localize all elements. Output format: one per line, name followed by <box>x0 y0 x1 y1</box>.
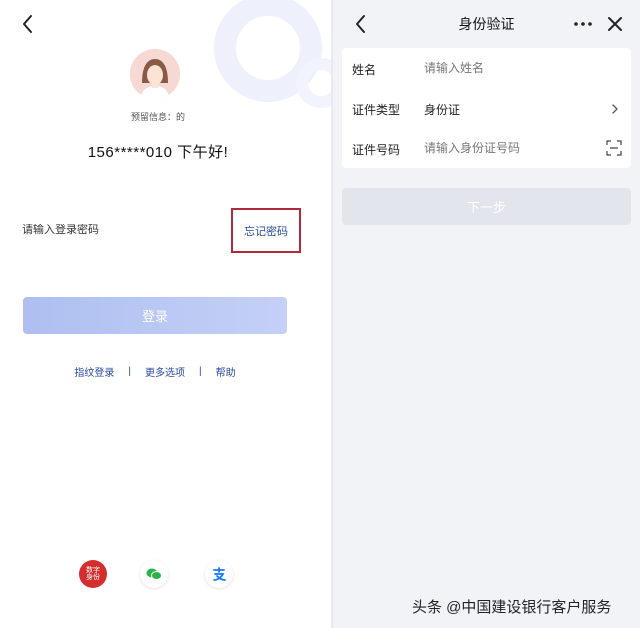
id-number-label: 证件号码 <box>352 143 401 157</box>
digital-id-label: 数字身份 <box>86 567 100 581</box>
login-screen: 预留信息：的 156*****010 下午好! 忘记密码 登录 指纹登录 | 更… <box>0 0 331 628</box>
login-button[interactable]: 登录 <box>23 297 287 334</box>
fingerprint-login-link[interactable]: 指纹登录 <box>74 364 114 379</box>
id-type-label: 证件类型 <box>352 103 401 117</box>
back-arrow-icon[interactable] <box>16 12 40 36</box>
id-number-input[interactable] <box>424 141 584 155</box>
digital-id-icon[interactable]: 数字身份 <box>79 560 107 588</box>
nav-bar: 身份验证 <box>333 0 640 46</box>
separator: | <box>199 365 202 377</box>
close-icon[interactable] <box>603 12 627 36</box>
forgot-password-link[interactable]: 忘记密码 <box>231 208 301 253</box>
separator: | <box>128 365 131 377</box>
more-options-link[interactable]: 更多选项 <box>145 364 185 379</box>
user-avatar-icon <box>130 49 180 99</box>
identity-form: 姓名 证件类型 身份证 证件号码 <box>342 48 631 168</box>
decorative-circle-small <box>296 58 331 108</box>
third-party-login: 数字身份 <box>0 560 331 590</box>
name-row: 姓名 <box>342 48 631 88</box>
next-step-button[interactable]: 下一步 <box>342 188 631 225</box>
id-type-row[interactable]: 证件类型 身份证 <box>342 88 631 128</box>
id-number-row: 证件号码 <box>342 128 631 168</box>
name-input[interactable] <box>424 61 584 75</box>
watermark: 头条 @中国建设银行客户服务 <box>412 599 612 616</box>
alipay-icon[interactable] <box>205 560 233 588</box>
more-icon[interactable] <box>571 12 595 36</box>
identity-verification-screen: 身份验证 姓名 证件类型 身份证 证件号码 <box>333 0 640 628</box>
id-type-value: 身份证 <box>424 103 461 117</box>
reserved-info: 预留信息：的 <box>130 112 185 122</box>
password-input[interactable] <box>22 224 202 236</box>
help-link[interactable]: 帮助 <box>216 364 236 379</box>
greeting-text: 156*****010 下午好! <box>87 144 229 161</box>
wechat-icon[interactable] <box>140 560 168 588</box>
name-label: 姓名 <box>352 63 377 77</box>
login-options: 指纹登录 | 更多选项 | 帮助 <box>0 362 310 380</box>
scan-icon[interactable] <box>606 140 622 156</box>
chevron-right-icon <box>609 102 621 114</box>
